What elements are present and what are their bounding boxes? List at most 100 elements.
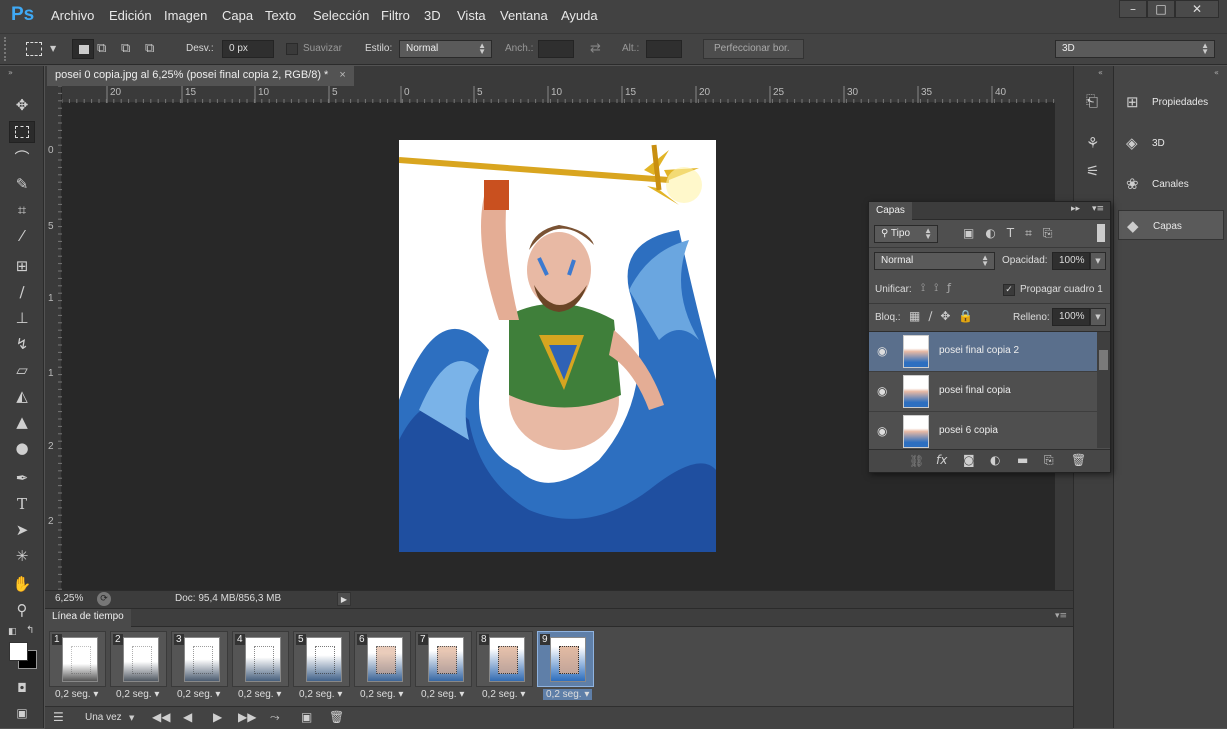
convert-icon[interactable]: ☰: [53, 710, 64, 724]
document-tab[interactable]: posei 0 copia.jpg al 6,25% (posei final …: [47, 66, 354, 86]
menu-3d[interactable]: 3D: [424, 8, 441, 23]
filter-type-select[interactable]: ⚲ Tipo ▲ ▼: [874, 225, 938, 243]
timeline-frame[interactable]: 3: [171, 631, 228, 687]
menu-texto[interactable]: Texto: [265, 8, 296, 23]
timeline-frame[interactable]: 7: [415, 631, 472, 687]
layer-row[interactable]: ◉ posei final copia 2: [869, 332, 1097, 372]
close-tab-icon[interactable]: ×: [339, 69, 345, 81]
marquee-tool-icon[interactable]: [26, 42, 42, 56]
quick-selection-icon[interactable]: ✎: [9, 173, 35, 195]
width-input[interactable]: [538, 40, 574, 58]
crop-tool-icon[interactable]: ⌗: [9, 199, 35, 221]
unify-icons[interactable]: ⟟⟟ƒ: [921, 281, 960, 295]
workspace-select[interactable]: 3D ▲ ▼: [1055, 40, 1215, 58]
eyedropper-icon[interactable]: ⁄: [9, 225, 35, 247]
default-colors-icon[interactable]: ◧: [8, 627, 17, 637]
filter-toggle[interactable]: [1097, 224, 1105, 242]
frame-delay-select[interactable]: 0,2 seg. ▾: [299, 689, 342, 700]
menu-seleccion[interactable]: Selección: [313, 8, 369, 23]
antialias-checkbox[interactable]: [286, 43, 298, 55]
paint-bucket-icon[interactable]: ◭: [9, 385, 35, 407]
tween-icon[interactable]: ⤳: [270, 710, 280, 725]
frame-delay-select[interactable]: 0,2 seg. ▾: [360, 689, 403, 700]
lasso-tool-icon[interactable]: ⌒: [9, 147, 35, 169]
layer-name[interactable]: posei final copia: [939, 385, 1011, 396]
style-select[interactable]: Normal ▲ ▼: [399, 40, 492, 58]
screen-mode-icon[interactable]: ▣: [9, 702, 35, 724]
opacity-input[interactable]: 100%: [1052, 252, 1090, 270]
frame-delay-select[interactable]: 0,2 seg. ▾: [543, 689, 593, 700]
first-frame-icon[interactable]: ◀◀: [152, 710, 170, 724]
subtract-selection-icon[interactable]: ⧉: [121, 41, 139, 57]
shape-tool-icon[interactable]: ✳: [9, 545, 35, 567]
blend-mode-select[interactable]: Normal ▲ ▼: [874, 252, 995, 270]
menu-archivo[interactable]: Archivo: [51, 8, 94, 23]
frame-delay-select[interactable]: 0,2 seg. ▾: [177, 689, 220, 700]
panel-canales[interactable]: ❀ Canales: [1118, 169, 1224, 199]
menu-ayuda[interactable]: Ayuda: [561, 8, 598, 23]
quick-mask-icon[interactable]: ◘: [9, 677, 35, 699]
menu-imagen[interactable]: Imagen: [164, 8, 207, 23]
timeline-frame[interactable]: 8: [476, 631, 533, 687]
brush-preset-icon[interactable]: ⚘: [1086, 134, 1099, 152]
fill-input[interactable]: 100%: [1052, 308, 1090, 326]
prev-frame-icon[interactable]: ◀: [183, 710, 192, 724]
layers-tab[interactable]: Capas: [869, 202, 912, 220]
folder-icon[interactable]: ▬: [1017, 453, 1028, 467]
history-icon[interactable]: ⎗: [1086, 92, 1098, 110]
link-icon[interactable]: ⛓: [909, 454, 924, 468]
loop-select[interactable]: Una vez: [85, 712, 122, 723]
dodge-tool-icon[interactable]: ●: [9, 437, 35, 459]
layer-name[interactable]: posei 6 copia: [939, 425, 998, 436]
chevron-down-icon[interactable]: ▼: [1090, 308, 1106, 326]
zoom-tool-icon[interactable]: ⚲: [9, 599, 35, 621]
adjustments-icon[interactable]: ⚟: [1086, 162, 1099, 180]
healing-brush-icon[interactable]: ⊞: [9, 255, 35, 277]
brush-tool-icon[interactable]: ∕: [9, 281, 35, 303]
chevron-down-icon[interactable]: ▼: [129, 714, 134, 722]
maximize-button[interactable]: □: [1147, 0, 1175, 18]
zoom-readout[interactable]: 6,25%: [55, 593, 83, 604]
collapse-icon[interactable]: »: [8, 68, 13, 77]
frame-delay-select[interactable]: 0,2 seg. ▾: [116, 689, 159, 700]
timeline-frame[interactable]: 4: [232, 631, 289, 687]
frame-delay-select[interactable]: 0,2 seg. ▾: [482, 689, 525, 700]
panel-menu-icon[interactable]: ▾≡: [1055, 611, 1067, 621]
add-selection-icon[interactable]: ⧉: [97, 41, 115, 57]
panel-capas[interactable]: ◆ Capas: [1118, 210, 1224, 240]
play-icon[interactable]: ▶: [213, 710, 222, 724]
chevron-down-icon[interactable]: ▼: [50, 44, 56, 53]
frame-delay-select[interactable]: 0,2 seg. ▾: [238, 689, 281, 700]
menu-edicion[interactable]: Edición: [109, 8, 152, 23]
new-selection-button[interactable]: [72, 39, 94, 59]
marquee-tool-icon[interactable]: [9, 121, 35, 143]
frame-delay-select[interactable]: 0,2 seg. ▾: [421, 689, 464, 700]
timeline-frame[interactable]: 1: [49, 631, 106, 687]
pen-tool-icon[interactable]: ✒: [9, 467, 35, 489]
adjustment-layer-icon[interactable]: ◐: [990, 453, 1000, 467]
swap-colors-icon[interactable]: ↰: [26, 625, 34, 636]
collapse-icon[interactable]: «: [1098, 68, 1103, 77]
timeline-tab[interactable]: Línea de tiempo: [45, 609, 131, 627]
mask-icon[interactable]: ◙: [963, 453, 975, 467]
layers-scrollbar[interactable]: [1097, 332, 1110, 448]
play-arrow-icon[interactable]: ▶: [337, 592, 351, 606]
propagate-checkbox[interactable]: ✓: [1003, 284, 1015, 296]
menu-filtro[interactable]: Filtro: [381, 8, 410, 23]
fx-icon[interactable]: fx: [936, 453, 947, 467]
move-tool-icon[interactable]: ✥: [9, 94, 35, 116]
frame-delay-select[interactable]: 0,2 seg. ▾: [55, 689, 98, 700]
next-frame-icon[interactable]: ▶▶: [238, 710, 256, 724]
menu-capa[interactable]: Capa: [222, 8, 253, 23]
refine-edge-button[interactable]: Perfeccionar bor.: [703, 39, 804, 59]
swap-icon[interactable]: ⇄: [590, 41, 601, 56]
path-selection-icon[interactable]: ➤: [9, 519, 35, 541]
type-tool-icon[interactable]: T: [9, 493, 35, 515]
intersect-selection-icon[interactable]: ⧉: [145, 41, 163, 57]
menu-ventana[interactable]: Ventana: [500, 8, 548, 23]
blur-tool-icon[interactable]: ▲: [9, 411, 35, 433]
feather-input[interactable]: 0 px: [222, 40, 274, 58]
visibility-eye-icon[interactable]: ◉: [877, 424, 887, 438]
panel-propiedades[interactable]: ⊞ Propiedades: [1118, 87, 1224, 117]
filter-icons[interactable]: ▣◐T⌗⎘: [963, 226, 1093, 241]
